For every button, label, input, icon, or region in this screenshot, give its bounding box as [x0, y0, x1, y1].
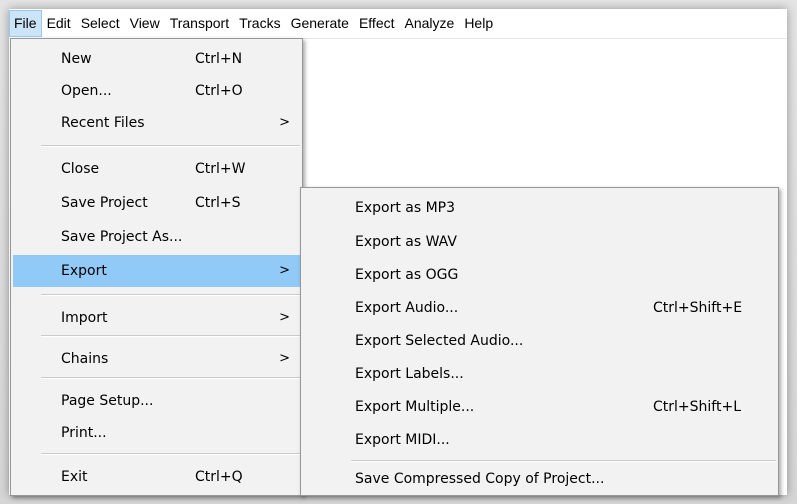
- menu-separator: [41, 335, 300, 337]
- menu-item-label: Export as OGG: [355, 267, 459, 283]
- submenu-arrow-icon: >: [279, 351, 290, 366]
- menu-item-save-compressed-copy[interactable]: Save Compressed Copy of Project...: [303, 463, 776, 495]
- menu-item-import[interactable]: Import >: [13, 302, 300, 334]
- menu-separator: [41, 145, 300, 147]
- menu-item-label: Export Selected Audio...: [355, 333, 524, 349]
- menu-item-export-wav[interactable]: Export as WAV: [303, 226, 776, 258]
- menu-item-label: Save Compressed Copy of Project...: [355, 471, 605, 487]
- menu-item-exit[interactable]: Exit Ctrl+Q: [13, 461, 300, 493]
- menu-item-shortcut: Ctrl+Shift+L: [653, 399, 741, 415]
- menu-item-label: Close: [61, 161, 100, 177]
- menu-effect[interactable]: Effect: [354, 10, 400, 37]
- menu-item-export-selected-audio[interactable]: Export Selected Audio...: [303, 325, 776, 357]
- menu-item-label: Export Audio...: [355, 300, 459, 316]
- menu-select[interactable]: Select: [76, 10, 125, 37]
- menu-bar: File Edit Select View Transport Tracks G…: [9, 9, 787, 39]
- menu-item-chains[interactable]: Chains >: [13, 343, 300, 375]
- menu-item-label: Recent Files: [61, 115, 145, 131]
- menu-item-label: Export: [61, 263, 107, 279]
- menu-item-close[interactable]: Close Ctrl+W: [13, 153, 300, 185]
- menu-item-label: Save Project: [61, 195, 148, 211]
- menu-file[interactable]: File: [9, 10, 42, 37]
- menu-item-label: Import: [61, 310, 108, 326]
- menu-item-export-ogg[interactable]: Export as OGG: [303, 259, 776, 291]
- menu-generate[interactable]: Generate: [286, 10, 354, 37]
- export-submenu: Export as MP3 Export as WAV Export as OG…: [300, 187, 779, 496]
- menu-analyze[interactable]: Analyze: [400, 10, 460, 37]
- menu-item-page-setup[interactable]: Page Setup...: [13, 385, 300, 417]
- submenu-arrow-icon: >: [279, 115, 290, 130]
- menu-separator: [41, 294, 300, 296]
- menu-separator: [351, 460, 776, 462]
- menu-item-label: Page Setup...: [61, 393, 154, 409]
- menu-edit[interactable]: Edit: [42, 10, 76, 37]
- menu-item-label: Export Labels...: [355, 366, 464, 382]
- menu-item-label: Export as MP3: [355, 200, 456, 216]
- menu-item-export-labels[interactable]: Export Labels...: [303, 358, 776, 390]
- menu-item-label: Export as WAV: [355, 234, 457, 250]
- submenu-arrow-icon: >: [279, 263, 290, 278]
- menu-item-save-project-as[interactable]: Save Project As...: [13, 221, 300, 253]
- submenu-arrow-icon: >: [279, 310, 290, 325]
- menu-item-label: Export Multiple...: [355, 399, 475, 415]
- menu-item-label: Save Project As...: [61, 229, 183, 245]
- menu-item-shortcut: Ctrl+W: [195, 161, 246, 177]
- menu-item-label: Print...: [61, 425, 107, 441]
- menu-item-export-audio[interactable]: Export Audio... Ctrl+Shift+E: [303, 292, 776, 324]
- menu-item-open[interactable]: Open... Ctrl+O: [13, 75, 300, 107]
- menu-item-shortcut: Ctrl+S: [195, 195, 241, 211]
- menu-item-label: Open...: [61, 83, 112, 99]
- menu-item-save-project[interactable]: Save Project Ctrl+S: [13, 187, 300, 219]
- file-menu: New Ctrl+N Open... Ctrl+O Recent Files >…: [10, 38, 303, 496]
- menu-item-export[interactable]: Export >: [13, 255, 300, 287]
- menu-item-shortcut: Ctrl+O: [195, 83, 243, 99]
- menu-item-shortcut: Ctrl+N: [195, 51, 243, 67]
- menu-item-export-mp3[interactable]: Export as MP3: [303, 192, 776, 224]
- menu-item-export-midi[interactable]: Export MIDI...: [303, 424, 776, 456]
- menu-item-label: Chains: [61, 351, 109, 367]
- menu-item-export-multiple[interactable]: Export Multiple... Ctrl+Shift+L: [303, 391, 776, 423]
- menu-item-new[interactable]: New Ctrl+N: [13, 43, 300, 75]
- menu-separator: [41, 453, 300, 455]
- menu-tracks[interactable]: Tracks: [234, 10, 285, 37]
- menu-help[interactable]: Help: [459, 10, 498, 37]
- menu-item-shortcut: Ctrl+Shift+E: [653, 300, 743, 316]
- menu-item-label: New: [61, 51, 92, 67]
- menu-item-print[interactable]: Print...: [13, 417, 300, 449]
- menu-separator: [41, 377, 300, 379]
- menu-item-label: Export MIDI...: [355, 432, 450, 448]
- menu-transport[interactable]: Transport: [165, 10, 234, 37]
- menu-item-shortcut: Ctrl+Q: [195, 469, 243, 485]
- menu-view[interactable]: View: [125, 10, 165, 37]
- menu-item-label: Exit: [61, 469, 88, 485]
- menu-item-recent-files[interactable]: Recent Files >: [13, 107, 300, 139]
